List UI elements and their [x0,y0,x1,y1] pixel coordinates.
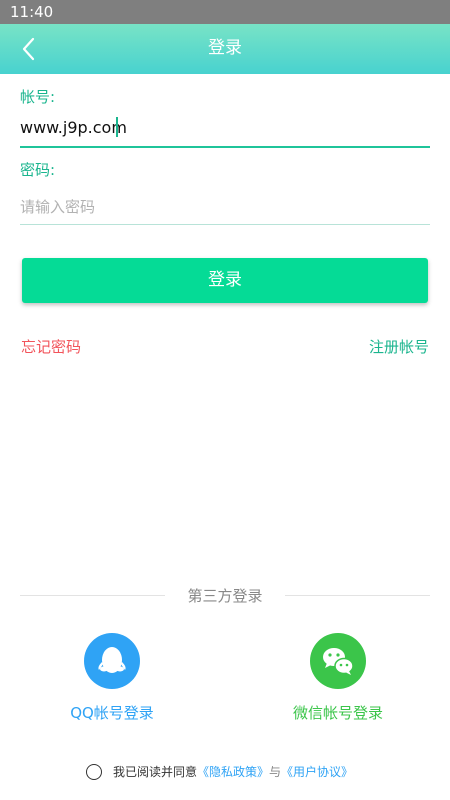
agree-radio-button[interactable] [86,764,102,780]
qq-login-button[interactable]: QQ帐号登录 [42,633,182,723]
user-agreement-link[interactable]: 《用户协议》 [281,765,353,779]
qq-icon-circle [84,633,140,689]
account-input[interactable] [20,111,430,143]
register-account-link[interactable]: 注册帐号 [369,337,429,357]
password-input[interactable] [20,190,430,222]
forgot-password-link[interactable]: 忘记密码 [21,337,81,357]
status-bar: 11:40 [0,0,450,24]
title-bar: 登录 [0,24,450,74]
third-party-login-label: 第三方登录 [187,587,263,605]
wechat-login-button[interactable]: 微信帐号登录 [268,633,408,723]
page-title: 登录 [208,38,242,58]
qq-login-label: QQ帐号登录 [70,704,154,722]
agreement-prefix: 我已阅读并同意 [113,765,198,779]
privacy-policy-link[interactable]: 《隐私政策》 [197,765,269,779]
divider-right [285,595,430,596]
password-label: 密码: [20,161,56,179]
agreement-text: 我已阅读并同意《隐私政策》与《用户协议》 [113,763,353,781]
wechat-icon-circle [310,633,366,689]
text-cursor [116,117,118,137]
status-time: 11:40 [10,3,54,21]
password-underline [20,224,430,225]
login-button[interactable]: 登录 [22,258,428,303]
account-label: 帐号: [20,88,56,106]
wechat-login-label: 微信帐号登录 [292,704,383,722]
account-underline [20,146,430,148]
wechat-icon [323,648,354,675]
qq-penguin-icon [98,647,126,673]
agreement-conjunction: 与 [269,765,282,779]
